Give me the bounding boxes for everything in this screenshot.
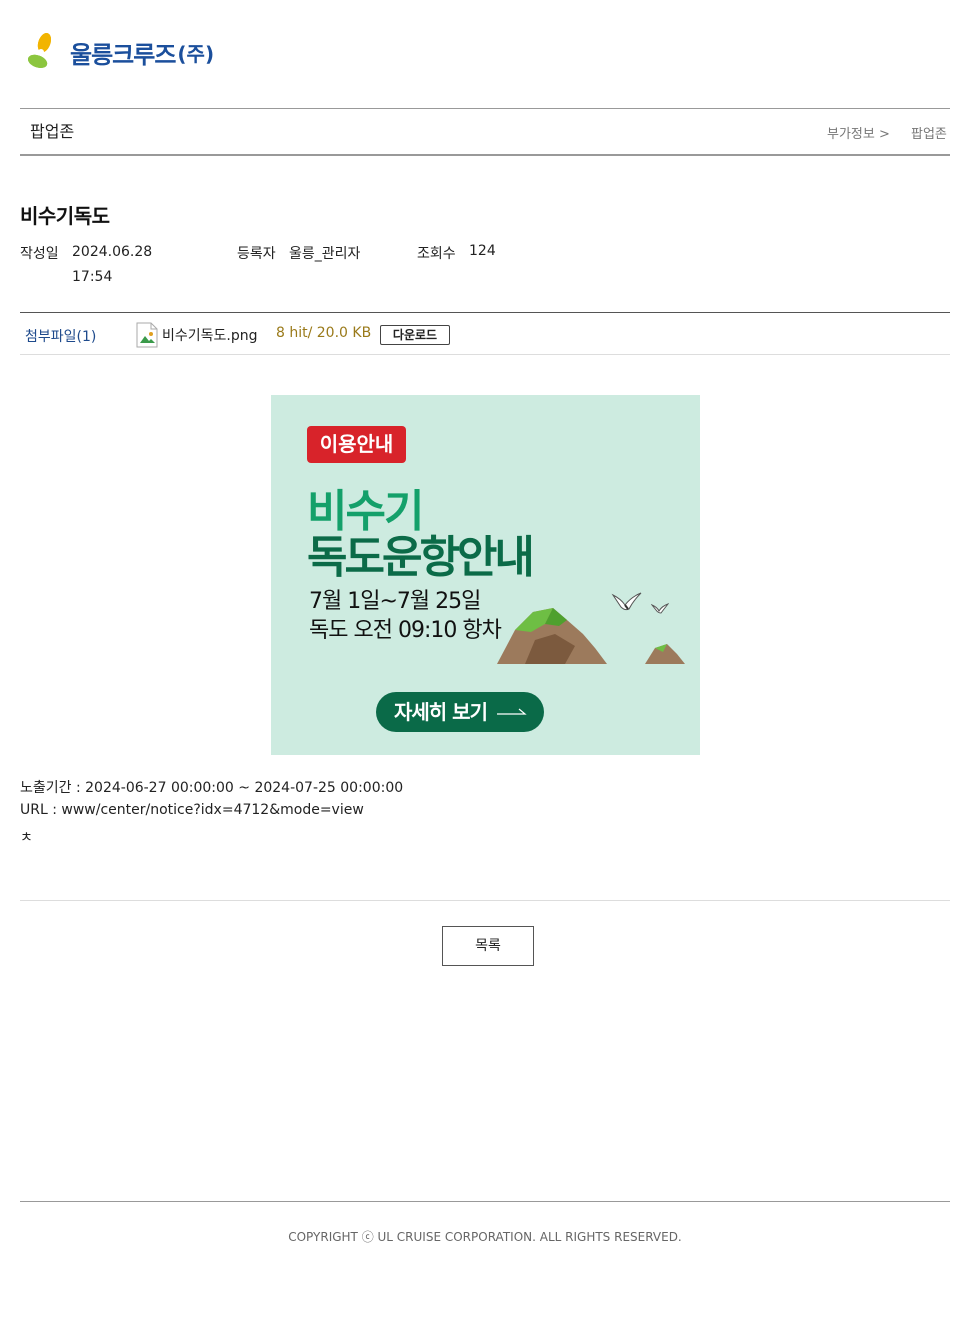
post-title: 비수기독도 [20,204,110,228]
attachment-file-info: 8 hit/ 20.0 KB [276,325,372,341]
breadcrumb-current[interactable]: 팝업존 [911,123,947,142]
banner-period-text: 7월 1일~7월 25일 [309,589,481,614]
list-button[interactable]: 목록 [442,926,534,966]
attachment-row: 첨부파일(1) 비수기독도.png 8 hit/ 20.0 KB 다운로드 [20,312,950,355]
post-note: ㅊ [20,830,33,846]
dokdo-island-illustration [495,608,695,670]
views-label: 조회수 [417,246,456,262]
attachment-label: 첨부파일(1) [25,329,97,345]
view-details-button[interactable]: 자세히 보기 [376,692,544,732]
breadcrumb-parent[interactable]: 부가정보 > [827,123,890,142]
clover-logo-icon [27,32,52,68]
date-text: 2024.06.28 [72,244,153,260]
exposure-period: 노출기간 : 2024-06-27 00:00:00 ~ 2024-07-25 … [20,780,404,796]
views-value: 124 [469,243,496,259]
page-title: 팝업존 [30,122,75,141]
site-logo[interactable]: 울릉크루즈 (주) [20,30,214,74]
author-value: 울릉_관리자 [289,246,361,262]
popup-banner-image: 이용안내 비수기 독도운항안내 7월 1일~7월 25일 독도 오전 09:10… [271,395,700,755]
brand-name: 울릉크루즈 [70,40,176,69]
banner-schedule-text: 독도 오전 09:10 항차 [309,618,502,643]
copyright-text: COPYRIGHT ⓒ UL CRUISE CORPORATION. ALL R… [288,1230,682,1244]
banner-headline-2: 독도운항안내 [307,532,535,583]
date-label: 작성일 [20,246,59,262]
view-details-label: 자세히 보기 [394,700,488,724]
image-file-icon [136,322,158,348]
author-label: 등록자 [237,246,276,262]
brand-suffix: (주) [177,41,215,66]
page-header-bar: 팝업존 부가정보 > 팝업존 [20,108,950,156]
footer-divider [20,1201,950,1202]
post-url: URL : www/center/notice?idx=4712&mode=vi… [20,802,364,818]
date-value: 2024.06.28 17:54 [72,240,152,290]
arrow-right-icon [497,708,527,715]
banner-badge: 이용안내 [307,426,406,463]
content-divider [20,900,950,901]
time-text: 17:54 [72,269,113,285]
attachment-file-link[interactable]: 비수기독도.png [162,325,258,345]
download-button[interactable]: 다운로드 [380,325,450,345]
